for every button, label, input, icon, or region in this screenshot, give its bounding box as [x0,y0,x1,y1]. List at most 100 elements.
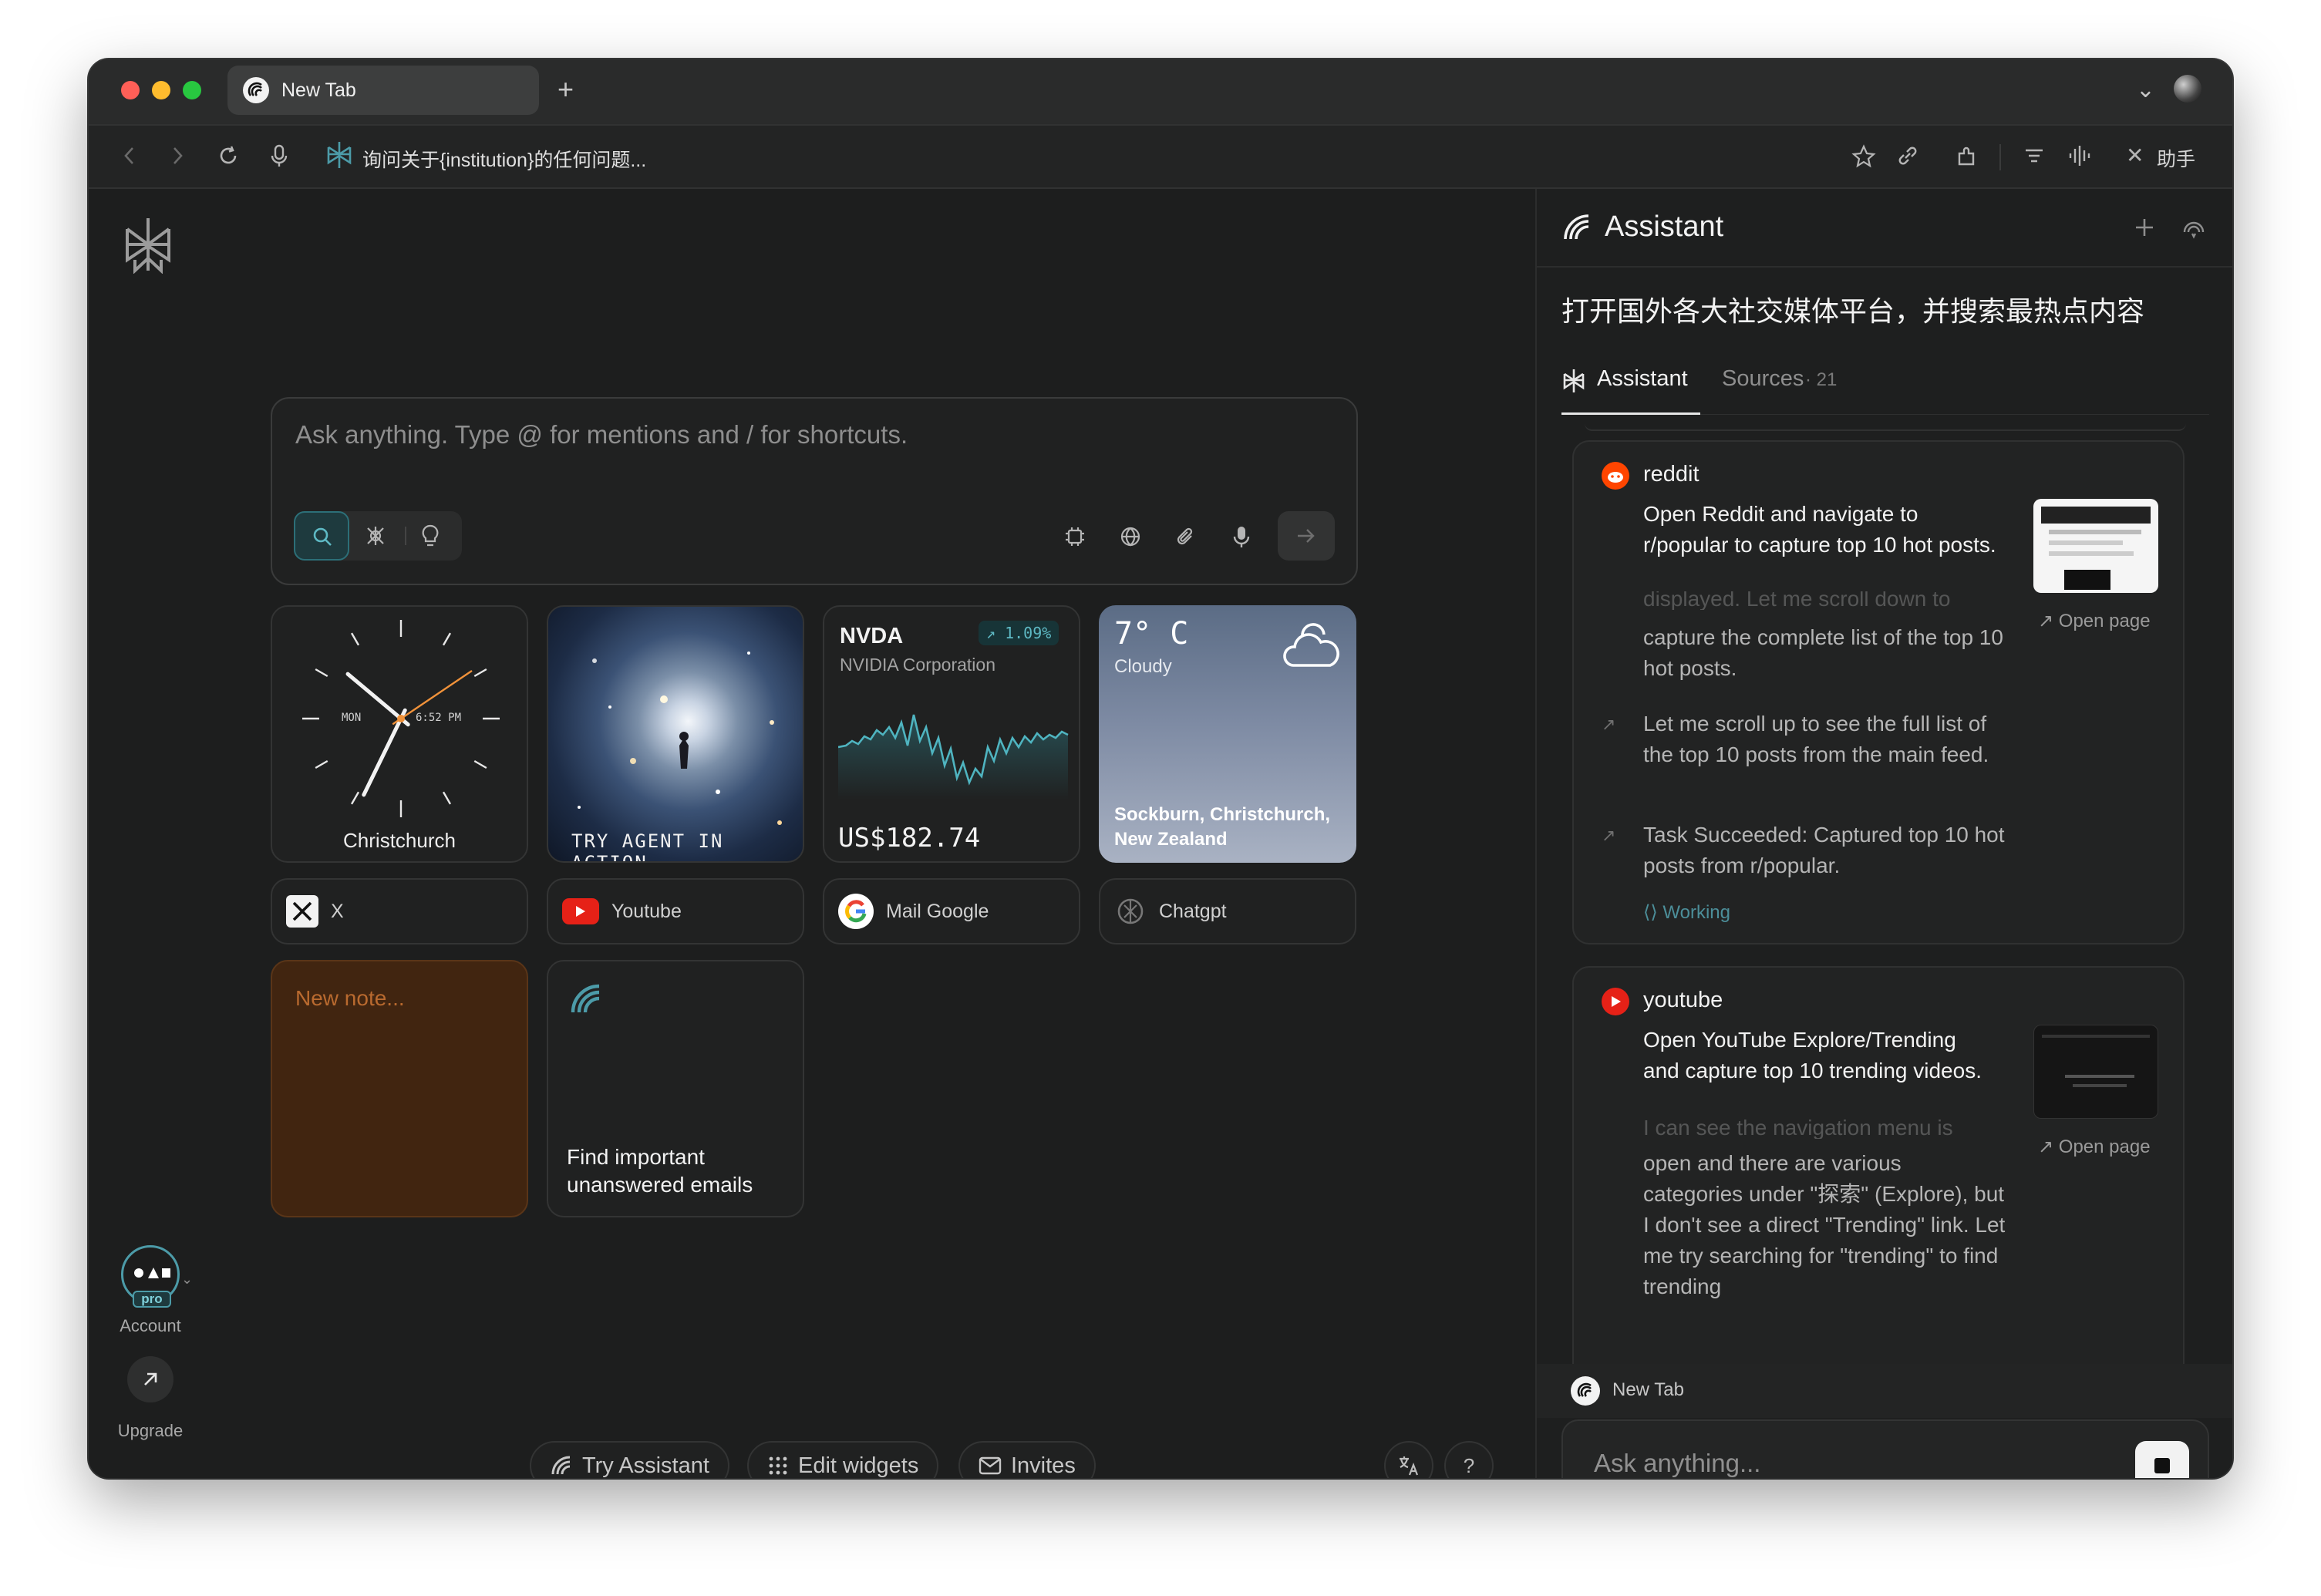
account-shapes-icon [134,1268,170,1278]
clock-tick [315,668,328,678]
tab-sources[interactable]: Sources [1722,366,1804,392]
address-bar: 询问关于{institution}的任何问题... ✕ 助手 [89,124,2232,189]
step-card-reddit: reddit Open Reddit and navigate to r/pop… [1572,440,2185,944]
clock-city: Christchurch [343,829,456,852]
email-suggestion-widget[interactable]: Find important unanswered emails [547,960,804,1217]
open-page-link[interactable]: ↗ Open page [2038,1136,2151,1158]
quick-link-youtube[interactable]: Youtube [547,878,804,944]
model-chip-icon[interactable] [1063,525,1086,548]
arrow-right-icon [1298,529,1315,543]
open-page-label: Open page [2058,611,2151,631]
note-placeholder[interactable]: New note... [295,986,405,1011]
attach-paperclip-icon[interactable] [1174,525,1198,548]
account-label[interactable]: Account [89,1316,212,1336]
step-faded-text: displayed. Let me scroll down to [1643,591,1951,610]
link-icon[interactable] [1896,144,1919,167]
help-button[interactable]: ? [1444,1441,1494,1478]
forward-icon[interactable] [169,144,186,167]
close-window-button[interactable] [121,81,140,99]
quick-link-chatgpt[interactable]: Chatgpt [1099,878,1356,944]
tab-assistant[interactable]: Assistant [1597,366,1688,392]
history-wave-icon[interactable] [2181,217,2206,240]
tab-list-chevron-icon[interactable]: ⌄ [2136,76,2155,103]
reload-icon[interactable] [217,144,240,167]
lightbulb-icon[interactable] [420,524,440,548]
toolbar-divider [1999,144,2001,170]
thumbnail-line [2049,551,2134,556]
thumbnail-line [2049,540,2123,545]
youtube-page-thumbnail[interactable] [2033,1025,2158,1119]
profile-avatar[interactable] [2174,75,2201,103]
new-thread-plus-icon[interactable] [2134,217,2155,238]
open-page-link[interactable]: ↗ Open page [2038,610,2151,632]
clock-center [397,715,405,722]
edit-widgets-button[interactable]: Edit widgets [747,1441,939,1478]
stop-button[interactable] [2135,1441,2189,1478]
step-text: open and there are various categories un… [1643,1151,2006,1298]
assistant-input[interactable]: Ask anything... [1561,1419,2209,1478]
search-mode-switcher [294,511,462,561]
sources-count: · 21 [1805,369,1838,390]
weather-location: Sockburn, Christchurch, New Zealand [1114,804,1331,850]
submit-button[interactable] [1278,511,1335,561]
assistant-input-placeholder[interactable]: Ask anything... [1594,1449,1760,1478]
clock-widget[interactable]: Christchurch MON 6:52 PM [271,605,528,863]
dictation-microphone-icon[interactable] [1231,525,1251,550]
reader-mode-icon[interactable] [2023,144,2046,167]
weather-condition: Cloudy [1114,656,1172,677]
extensions-icon[interactable] [1955,144,1979,169]
email-suggestion-text: Find important unanswered emails [567,1145,753,1197]
step-text: capture the complete list of the top 10 … [1643,625,2003,680]
search-mode-button[interactable] [294,511,349,561]
edit-widgets-label: Edit widgets [798,1453,919,1478]
new-tab-button[interactable]: + [558,73,574,106]
note-widget[interactable]: New note... [271,960,528,1217]
agent-widget[interactable]: TRY AGENT IN ACTION [547,605,804,863]
upgrade-button[interactable] [127,1356,173,1402]
account-avatar[interactable]: pro [121,1245,180,1308]
translate-button[interactable] [1384,1441,1433,1478]
perplexity-tab-icon [1563,369,1585,392]
minimize-window-button[interactable] [152,81,170,99]
context-tab-bar: New Tab [1537,1364,2232,1418]
thumbnail-line [2049,530,2141,534]
tab-new-tab[interactable]: New Tab [227,66,539,115]
url-text[interactable]: 询问关于{institution}的任何问题... [362,145,646,173]
panel-layout-icon[interactable] [2231,217,2232,240]
quick-link-mail-google[interactable]: Mail Google [823,878,1080,944]
microphone-icon[interactable] [269,144,289,169]
try-assistant-button[interactable]: Try Assistant [530,1441,729,1478]
browser-window: New Tab + ⌄ 询问关于{institution}的任何问题... ✕ … [89,59,2232,1478]
reddit-page-thumbnail[interactable] [2033,499,2158,593]
tab-bar: New Tab + ⌄ [89,59,2232,124]
research-mode-icon[interactable] [365,525,386,547]
weather-widget[interactable]: 7° C Cloudy Sockburn, Christchurch, New … [1099,605,1356,863]
invites-button[interactable]: Invites [958,1441,1096,1478]
arrow-up-right-icon [144,1372,157,1386]
maximize-window-button[interactable] [183,81,201,99]
substep-text: Task Succeeded: Captured top 10 hot post… [1643,823,2005,877]
voice-wave-icon[interactable] [2067,144,2094,167]
header-divider [1537,266,2232,268]
thumbnail-line [2065,1075,2134,1078]
search-icon [313,527,332,546]
quick-link-x[interactable]: X [271,878,528,944]
back-icon[interactable] [121,144,138,167]
stock-widget[interactable]: NVDA NVIDIA Corporation ↗ 1.09% US$182.7… [823,605,1080,863]
bookmark-star-icon[interactable] [1851,144,1876,169]
stock-ticker: NVDA [840,624,904,648]
search-box[interactable]: Ask anything. Type @ for mentions and / … [271,397,1358,585]
account-chevron-icon[interactable]: ⌄ [181,1271,193,1288]
step-status: ⟨⟩ Working [1643,901,1730,924]
upgrade-label[interactable]: Upgrade [89,1421,212,1441]
search-placeholder[interactable]: Ask anything. Type @ for mentions and / … [295,420,908,450]
working-wave-icon: ⟨⟩ [1643,902,1663,923]
step-faded-text: I can see the navigation menu is [1643,1119,1953,1139]
x-logo-icon [286,895,318,928]
globe-icon[interactable] [1119,525,1142,548]
youtube-logo-icon [562,898,599,924]
context-tab-title[interactable]: New Tab [1612,1379,1684,1401]
close-assistant-icon[interactable]: ✕ [2126,143,2144,168]
context-tab-icon [1571,1376,1600,1406]
assistant-toggle-label[interactable]: 助手 [2157,144,2195,172]
